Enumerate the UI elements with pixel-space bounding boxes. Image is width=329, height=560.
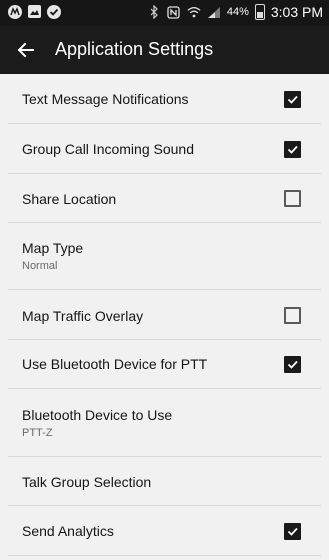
checkbox-unchecked[interactable] xyxy=(284,190,301,207)
status-bar: 44% 3:03 PM xyxy=(0,0,329,26)
bluetooth-icon xyxy=(147,5,161,19)
battery-icon xyxy=(254,4,265,20)
setting-share-location[interactable]: Share Location xyxy=(8,174,321,223)
clock: 3:03 PM xyxy=(270,4,323,20)
setting-value: Normal xyxy=(22,260,58,272)
checkbox-unchecked[interactable] xyxy=(284,307,301,324)
image-icon xyxy=(28,5,41,18)
checkbox-checked[interactable] xyxy=(284,141,301,158)
setting-map-type[interactable]: Map Type Normal xyxy=(8,223,321,290)
setting-talk-group-selection[interactable]: Talk Group Selection xyxy=(8,457,321,506)
setting-bluetooth-device-to-use[interactable]: Bluetooth Device to Use PTT-Z xyxy=(8,389,321,457)
signal-icon xyxy=(207,5,221,19)
setting-title: Group Call Incoming Sound xyxy=(22,141,194,157)
app-bar: Application Settings xyxy=(0,26,329,74)
checkbox-checked[interactable] xyxy=(284,523,301,540)
checkbox-checked[interactable] xyxy=(284,91,301,108)
setting-title: Text Message Notifications xyxy=(22,91,189,107)
checkbox-checked[interactable] xyxy=(284,356,301,373)
setting-title: Map Traffic Overlay xyxy=(22,308,144,324)
setting-map-traffic-overlay[interactable]: Map Traffic Overlay xyxy=(8,290,321,340)
wifi-icon xyxy=(187,5,201,19)
setting-use-bluetooth-device-for-ptt[interactable]: Use Bluetooth Device for PTT xyxy=(8,340,321,389)
check-circle-icon xyxy=(47,5,61,19)
page-title: Application Settings xyxy=(55,39,214,59)
moto-icon xyxy=(8,5,22,19)
settings-list: Text Message Notifications Group Call In… xyxy=(8,74,321,560)
setting-value: PTT-Z xyxy=(22,427,53,439)
notification-icons xyxy=(8,5,61,19)
setting-title: Share Location xyxy=(22,191,117,207)
nfc-icon xyxy=(167,5,181,19)
setting-title: Use Bluetooth Device for PTT xyxy=(22,356,208,372)
setting-title: Map Type xyxy=(22,240,84,256)
back-arrow-icon[interactable] xyxy=(14,38,38,62)
setting-group-call-incoming-sound[interactable]: Group Call Incoming Sound xyxy=(8,124,321,174)
setting-title: Talk Group Selection xyxy=(22,474,152,490)
setting-send-analytics[interactable]: Send Analytics xyxy=(8,506,321,556)
setting-text-message-notifications[interactable]: Text Message Notifications xyxy=(8,74,321,124)
setting-title: Bluetooth Device to Use xyxy=(22,407,173,423)
setting-title: Send Analytics xyxy=(22,523,114,539)
battery-percent: 44% xyxy=(226,6,249,18)
system-icons: 44% 3:03 PM xyxy=(147,4,323,20)
